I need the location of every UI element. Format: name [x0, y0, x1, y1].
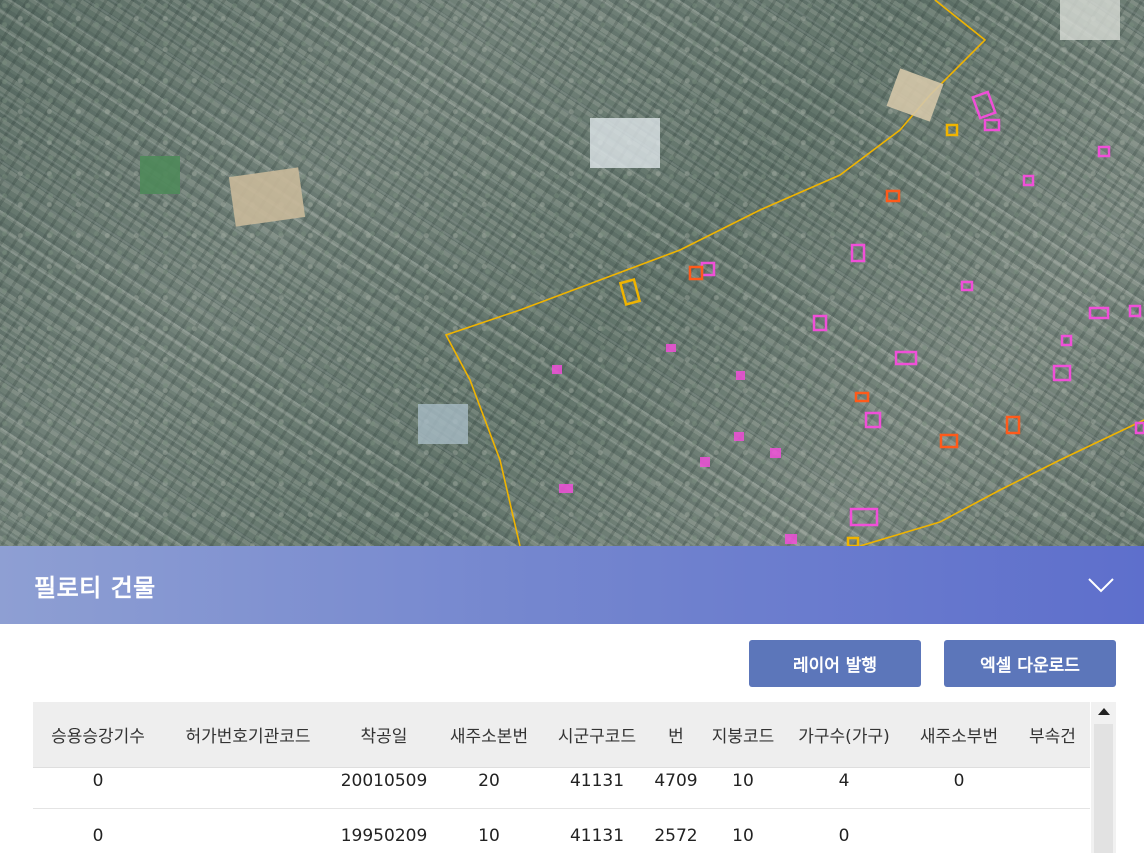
building-marker[interactable] — [812, 314, 828, 332]
scroll-up-arrow-icon[interactable] — [1098, 708, 1110, 715]
building-marker-yellow[interactable] — [945, 123, 959, 137]
building-marker[interactable] — [850, 243, 866, 263]
school-yard — [228, 167, 306, 227]
table-cell: 41131 — [569, 771, 625, 791]
publish-layer-button[interactable]: 레이어 발행 — [749, 640, 921, 687]
column-header[interactable]: 번 — [651, 722, 701, 747]
large-building — [1060, 0, 1120, 40]
large-building — [590, 118, 660, 168]
panel-title: 필로티 건물 — [34, 573, 156, 602]
building-marker[interactable] — [983, 118, 1001, 132]
panel-body: 레이어 발행 엑셀 다운로드 0 20010509 20 41131 4709 … — [0, 624, 1144, 853]
table-body: 0 20010509 20 41131 4709 10 4 0 0 199502… — [33, 754, 1090, 853]
column-header[interactable]: 착공일 — [333, 722, 435, 747]
table-cell: 4 — [838, 771, 850, 791]
building-marker-orange[interactable] — [854, 391, 870, 403]
column-header[interactable]: 지붕코드 — [701, 722, 785, 747]
building-marker-orange[interactable] — [1005, 415, 1021, 435]
building-marker[interactable] — [894, 350, 918, 366]
table-header: 승용승강기수 허가번호기관코드 착공일 새주소본번 시군구코드 번 지붕코드 가… — [33, 702, 1090, 768]
building-marker[interactable] — [770, 448, 781, 458]
table-cell: 41131 — [569, 826, 625, 846]
building-marker[interactable] — [1134, 421, 1144, 435]
building-marker[interactable] — [1088, 306, 1110, 320]
building-marker-yellow[interactable] — [846, 536, 860, 546]
table-cell: 20010509 — [340, 771, 428, 791]
building-marker[interactable] — [849, 507, 879, 527]
stadium-field — [140, 156, 180, 194]
data-table: 0 20010509 20 41131 4709 10 4 0 0 199502… — [33, 702, 1116, 853]
table-cell: 10 — [732, 771, 754, 791]
building-marker[interactable] — [734, 432, 744, 441]
column-header[interactable]: 가구수(가구) — [785, 722, 903, 747]
district-boundary-east — [859, 419, 1144, 546]
column-header[interactable]: 새주소부번 — [903, 722, 1015, 747]
large-building — [418, 404, 468, 444]
scroll-thumb[interactable] — [1094, 724, 1113, 853]
table-row[interactable]: 0 19950209 10 41131 2572 10 0 — [33, 809, 1090, 853]
table-cell: 0 — [92, 771, 104, 791]
building-marker[interactable] — [559, 484, 573, 493]
column-header[interactable]: 허가번호기관코드 — [163, 722, 333, 747]
table-cell: 0 — [953, 771, 965, 791]
school-yard — [886, 68, 944, 122]
column-header[interactable]: 시군구코드 — [543, 722, 651, 747]
chevron-down-icon[interactable] — [1086, 570, 1116, 600]
table-cell: 0 — [838, 826, 850, 846]
building-marker[interactable] — [700, 457, 710, 467]
building-marker[interactable] — [1097, 145, 1111, 158]
building-marker-orange[interactable] — [939, 433, 959, 449]
building-marker[interactable] — [666, 344, 676, 352]
table-cell: 10 — [732, 826, 754, 846]
building-marker[interactable] — [1128, 304, 1142, 318]
building-marker-orange[interactable] — [885, 189, 901, 203]
table-scrollbar[interactable] — [1091, 702, 1116, 853]
building-marker[interactable] — [785, 534, 797, 544]
column-header[interactable]: 새주소본번 — [435, 722, 543, 747]
satellite-map[interactable] — [0, 0, 1144, 546]
excel-download-button[interactable]: 엑셀 다운로드 — [944, 640, 1116, 687]
table-cell: 2572 — [654, 826, 698, 846]
building-marker[interactable] — [864, 411, 882, 429]
map-overlay — [140, 0, 1144, 546]
building-marker-orange[interactable] — [688, 265, 704, 281]
building-marker-yellow[interactable] — [618, 278, 642, 306]
table-cell: 4709 — [654, 771, 698, 791]
column-header[interactable]: 부속건 — [1015, 722, 1090, 747]
table-cell: 10 — [478, 826, 500, 846]
building-marker[interactable] — [971, 90, 997, 120]
building-marker[interactable] — [736, 371, 745, 380]
building-marker[interactable] — [1060, 334, 1073, 347]
table-cell: 0 — [92, 826, 104, 846]
building-marker[interactable] — [1052, 364, 1072, 382]
column-header[interactable]: 승용승강기수 — [33, 722, 163, 747]
building-marker[interactable] — [700, 261, 716, 277]
table-cell: 20 — [478, 771, 500, 791]
building-marker[interactable] — [1022, 174, 1035, 187]
building-marker[interactable] — [552, 365, 562, 374]
panel-header: 필로티 건물 — [0, 546, 1144, 624]
building-marker[interactable] — [960, 280, 974, 292]
table-cell: 19950209 — [340, 826, 428, 846]
